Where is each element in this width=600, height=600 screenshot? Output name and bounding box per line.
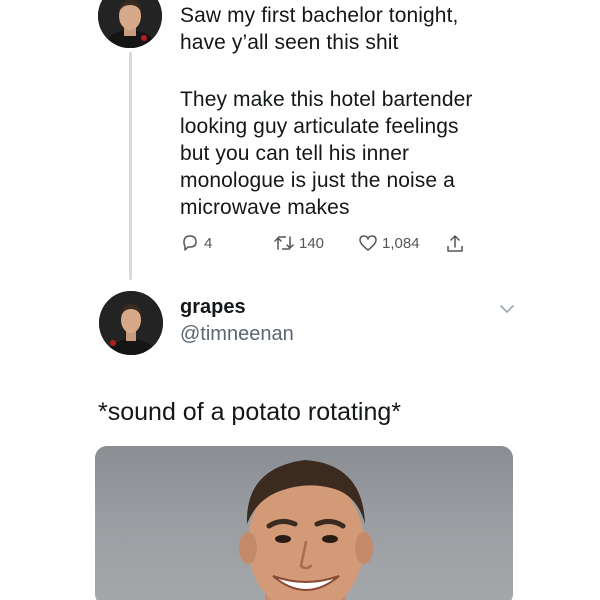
chevron-down-icon [498, 302, 516, 319]
share-icon [445, 233, 465, 255]
retweet-button[interactable]: 140 [273, 233, 324, 253]
reply-button[interactable]: 4 [180, 233, 212, 253]
tweet-text-intro: Saw my first bachelor tonight, have y’al… [180, 4, 459, 54]
reply-text: *sound of a potato rotating* [98, 398, 402, 426]
author-avatar[interactable] [98, 0, 162, 48]
share-button[interactable] [445, 233, 465, 255]
heart-icon [358, 233, 378, 253]
man-portrait-image [239, 460, 373, 600]
thread-connector-line [129, 52, 132, 280]
reply-display-name[interactable]: grapes [180, 296, 246, 319]
reply-icon [180, 233, 200, 253]
avatar-photo [99, 291, 163, 355]
tweet-actions: 4 140 1,084 [180, 233, 500, 257]
tweet-menu-button[interactable] [498, 302, 516, 320]
reply-handle[interactable]: @timneenan [180, 323, 294, 346]
tweet-photo[interactable] [95, 446, 513, 600]
reply-count: 4 [204, 234, 213, 252]
tweet-thread: Saw my first bachelor tonight, have y’al… [0, 0, 600, 600]
like-button[interactable]: 1,084 [358, 233, 420, 253]
like-count: 1,084 [382, 234, 420, 252]
retweet-icon [273, 233, 295, 253]
avatar-photo [98, 0, 162, 48]
tweet-text-body: They make this hotel bartender looking g… [180, 88, 473, 219]
reply-author-avatar[interactable] [99, 291, 163, 355]
retweet-count: 140 [299, 234, 325, 252]
